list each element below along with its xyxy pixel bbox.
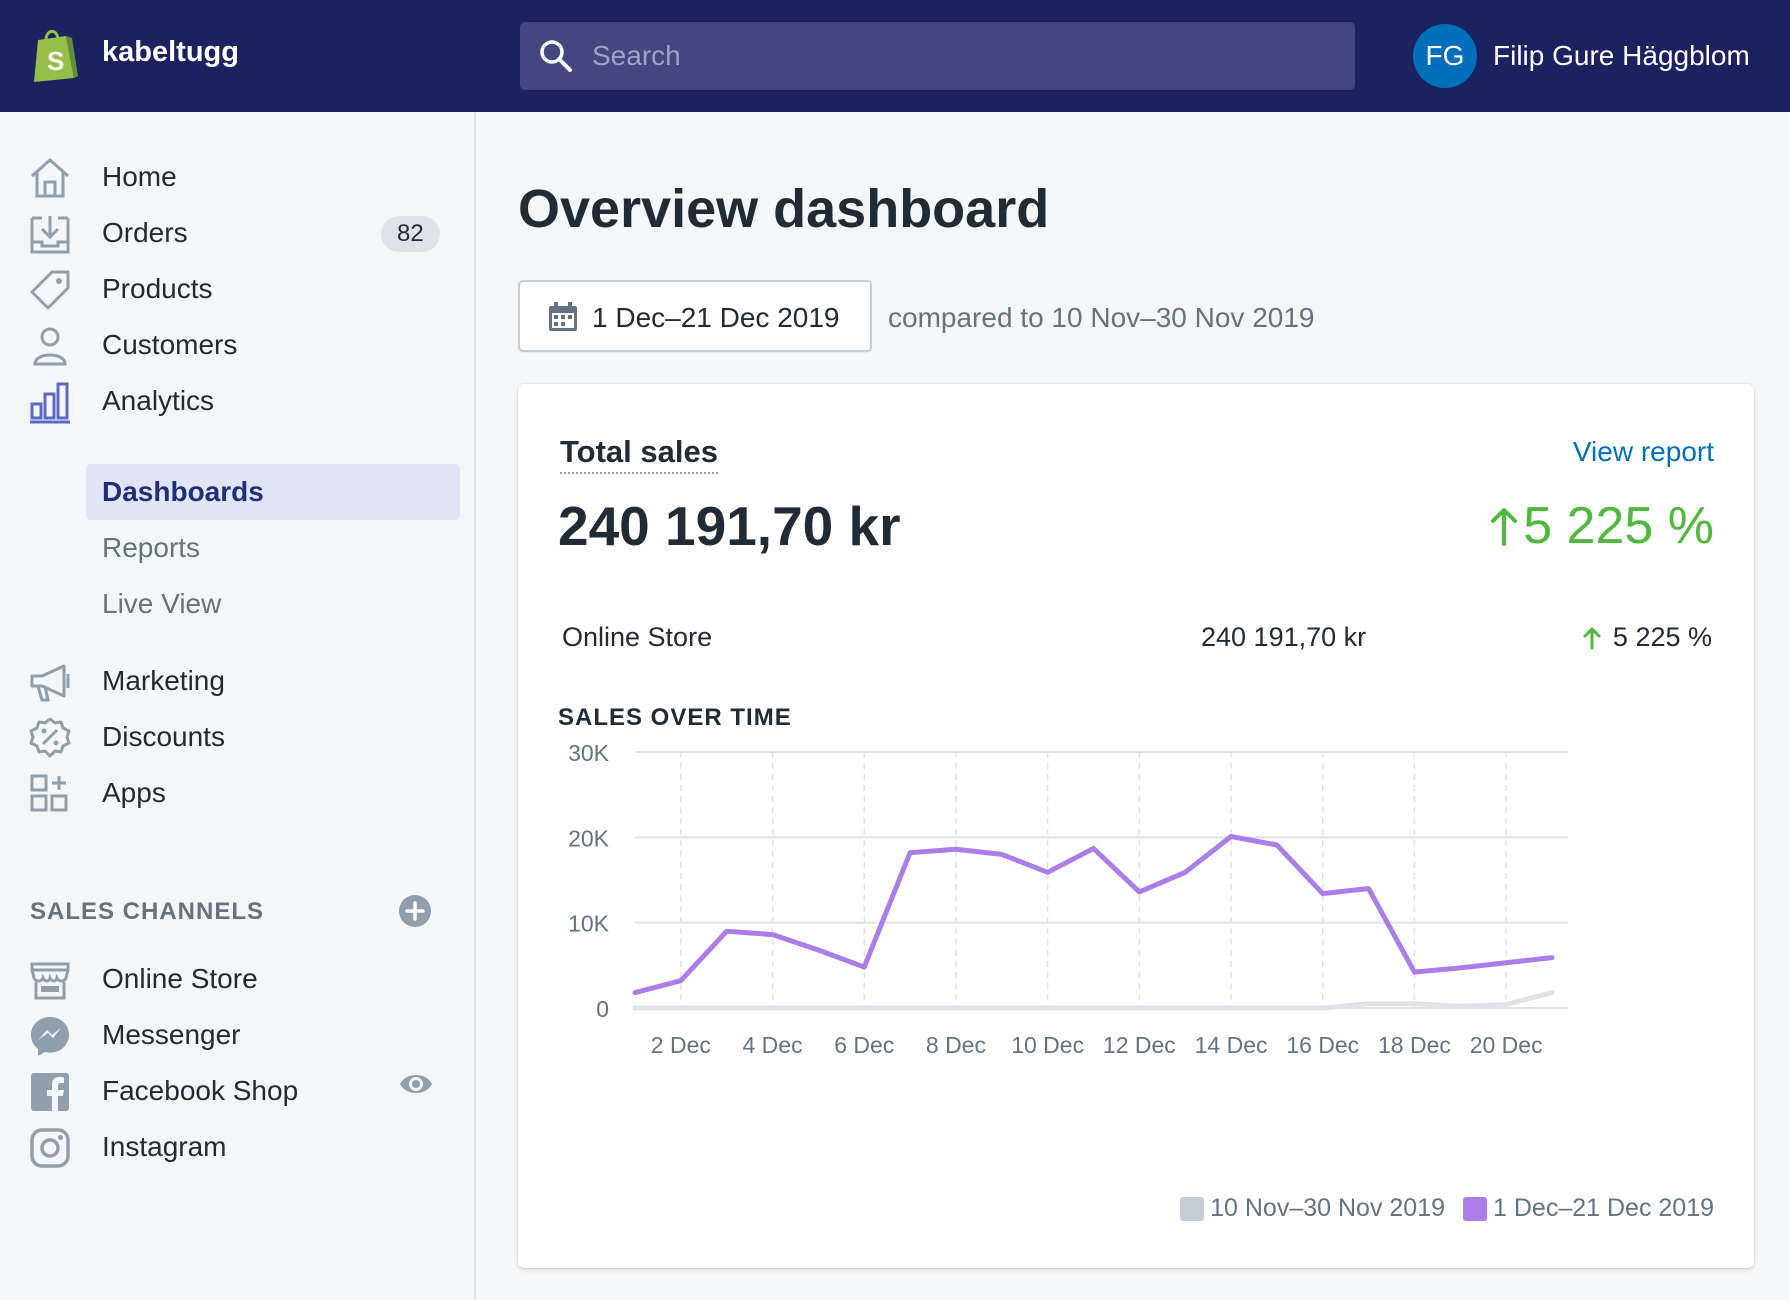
tag-icon <box>30 270 70 310</box>
sidebar-item-orders[interactable]: Orders 82 <box>0 204 474 260</box>
sidebar-item-label: Instagram <box>102 1131 227 1162</box>
avatar[interactable]: FG <box>1413 24 1477 88</box>
sidebar-subitem-dashboards[interactable]: Dashboards <box>86 464 460 520</box>
home-icon <box>31 158 69 198</box>
sidebar-item-label: Facebook Shop <box>102 1075 299 1106</box>
y-tick-label: 20K <box>568 825 610 851</box>
total-sales-change: 5 225 % <box>1489 496 1714 556</box>
y-tick-label: 30K <box>568 744 610 766</box>
sidebar-subitem-reports[interactable]: Reports <box>86 520 460 576</box>
apps-icon <box>30 774 68 812</box>
x-tick-label: 16 Dec <box>1286 1032 1359 1058</box>
legend-label: 1 Dec–21 Dec 2019 <box>1493 1194 1714 1222</box>
sidebar-subitem-label: Reports <box>102 532 201 563</box>
page-title: Overview dashboard <box>518 179 1050 239</box>
discount-icon <box>29 717 71 758</box>
search-bar[interactable] <box>520 22 1355 90</box>
total-sales-card: Total sales View report 240 191,70 kr 5 … <box>518 384 1754 1268</box>
x-tick-label: 18 Dec <box>1378 1032 1451 1058</box>
x-tick-label: 14 Dec <box>1195 1032 1268 1058</box>
sidebar-channel-messenger[interactable]: Messenger <box>0 1006 474 1062</box>
legend-item-previous[interactable]: 10 Nov–30 Nov 2019 <box>1180 1194 1445 1223</box>
sidebar-subitem-label: Live View <box>102 588 222 619</box>
sidebar-channel-instagram[interactable]: Instagram <box>0 1118 474 1174</box>
sidebar-item-label: Products <box>102 273 213 304</box>
messenger-icon <box>31 1017 69 1056</box>
sales-channels-heading: SALES CHANNELS <box>30 898 265 925</box>
comparison-text: compared to 10 Nov–30 Nov 2019 <box>888 302 1315 333</box>
legend-swatch <box>1463 1196 1488 1221</box>
total-sales-change-value: 5 225 % <box>1523 497 1714 555</box>
sidebar-item-discounts[interactable]: Discounts <box>0 708 474 764</box>
x-tick-label: 4 Dec <box>743 1032 803 1058</box>
search-input[interactable] <box>592 22 1332 90</box>
x-tick-label: 2 Dec <box>651 1032 711 1058</box>
date-range-label: 1 Dec–21 Dec 2019 <box>592 302 840 333</box>
sidebar-subitem-label: Dashboards <box>102 476 264 507</box>
search-icon <box>540 40 572 72</box>
instagram-icon <box>30 1128 70 1168</box>
svg-text:S: S <box>47 46 64 76</box>
card-title[interactable]: Total sales <box>560 434 718 474</box>
sidebar-item-label: Orders <box>102 217 188 248</box>
user-name[interactable]: Filip Gure Häggblom <box>1493 40 1750 72</box>
sidebar-item-label: Customers <box>102 329 238 360</box>
breakdown-row-value: 240 191,70 kr <box>1201 622 1367 652</box>
sales-over-time-chart: 0 10K 20K 30K 2 Dec 4 Dec 6 Dec 8 Dec 10 Dec 12 D… <box>568 744 1568 1058</box>
total-sales-value: 240 191,70 kr <box>558 495 901 557</box>
sidebar-item-label: Analytics <box>102 385 215 416</box>
legend-item-current[interactable]: 1 Dec–21 Dec 2019 <box>1463 1194 1714 1223</box>
store-icon <box>30 962 70 1000</box>
sidebar-item-analytics[interactable]: Analytics <box>0 372 474 428</box>
top-bar: S kabeltugg FG Filip Gure Häggblom <box>0 0 1790 112</box>
chart-legend: 10 Nov–30 Nov 2019 1 Dec–21 Dec 2019 <box>1162 1194 1714 1223</box>
sidebar-item-label: Discounts <box>102 721 225 752</box>
view-report-link[interactable]: View report <box>1573 436 1714 468</box>
sidebar-item-label: Messenger <box>102 1019 241 1050</box>
facebook-icon <box>31 1073 69 1111</box>
orders-icon <box>30 216 70 254</box>
arrow-up-icon <box>1583 627 1601 649</box>
sidebar-item-marketing[interactable]: Marketing <box>0 652 474 708</box>
sidebar-item-products[interactable]: Products <box>0 260 474 316</box>
sidebar-subitem-live-view[interactable]: Live View <box>86 576 460 632</box>
megaphone-icon <box>30 664 70 702</box>
x-tick-label: 10 Dec <box>1011 1032 1084 1058</box>
breakdown-row-label: Online Store <box>562 622 713 652</box>
x-tick-label: 20 Dec <box>1470 1032 1543 1058</box>
date-range-button[interactable]: 1 Dec–21 Dec 2019 <box>518 280 872 352</box>
sidebar-item-apps[interactable]: Apps <box>0 764 474 820</box>
series-line-current <box>632 833 1555 996</box>
arrow-up-icon <box>1491 508 1518 546</box>
sidebar-item-home[interactable]: Home <box>0 148 474 204</box>
x-tick-label: 8 Dec <box>926 1032 986 1058</box>
shopify-logo-icon[interactable]: S <box>30 26 80 84</box>
x-tick-label: 6 Dec <box>834 1032 894 1058</box>
y-tick-label: 10K <box>568 911 610 937</box>
bar-chart-icon <box>30 382 70 424</box>
sidebar-item-label: Home <box>102 161 177 192</box>
calendar-icon <box>549 302 577 331</box>
y-tick-label: 0 <box>596 996 609 1022</box>
legend-swatch <box>1180 1196 1205 1221</box>
legend-label: 10 Nov–30 Nov 2019 <box>1210 1194 1446 1222</box>
sidebar-item-label: Online Store <box>102 963 258 994</box>
store-name[interactable]: kabeltugg <box>102 36 239 69</box>
add-sales-channel-icon[interactable] <box>398 894 432 928</box>
person-icon <box>33 327 67 366</box>
breakdown-row-change: 5 225 % <box>1583 622 1712 653</box>
sidebar: Home Orders 82 Products Customers Analyt… <box>0 112 476 1300</box>
sidebar-channel-facebook-shop[interactable]: Facebook Shop <box>0 1062 474 1118</box>
sidebar-item-label: Marketing <box>102 665 225 696</box>
orders-count-badge: 82 <box>381 216 440 252</box>
x-tick-label: 12 Dec <box>1103 1032 1176 1058</box>
breakdown-row-change-value: 5 225 % <box>1612 622 1712 652</box>
sidebar-item-label: Apps <box>102 777 166 808</box>
sidebar-channel-online-store[interactable]: Online Store <box>0 950 474 1006</box>
sidebar-item-customers[interactable]: Customers <box>0 316 474 372</box>
chart-title: SALES OVER TIME <box>558 704 792 731</box>
